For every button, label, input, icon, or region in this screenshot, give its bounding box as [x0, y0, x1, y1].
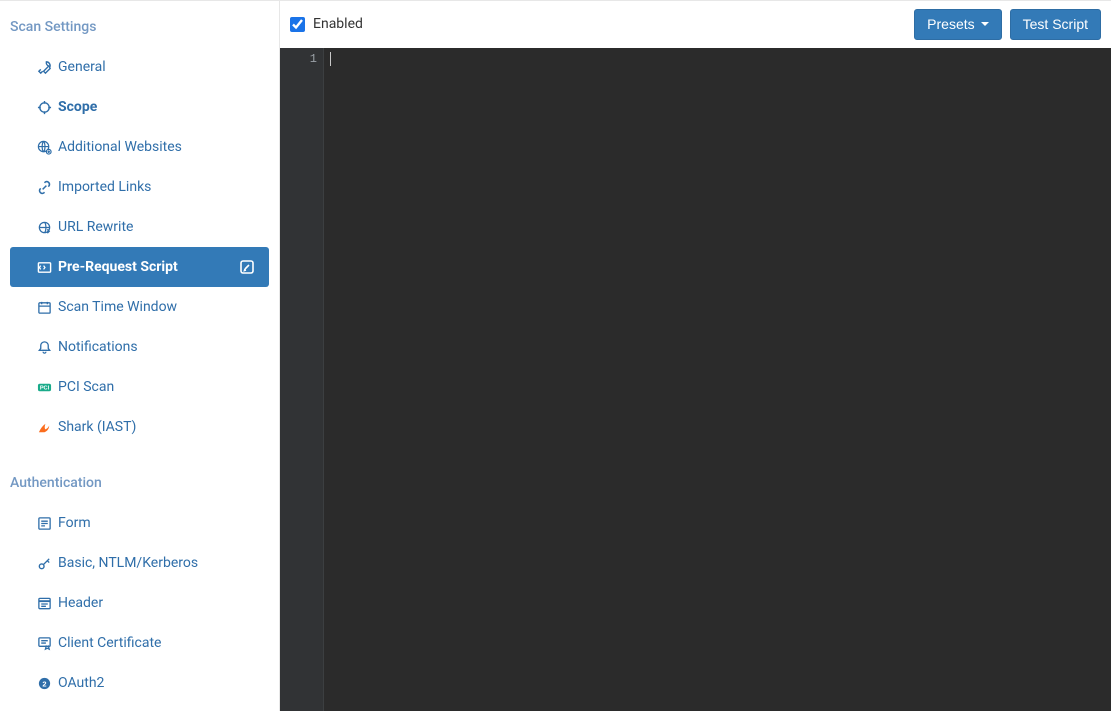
sidebar-item-oauth2[interactable]: 2 OAuth2: [10, 663, 269, 703]
authentication-heading: Authentication: [0, 467, 279, 503]
sidebar-item-basic-ntlm-kerberos[interactable]: Basic, NTLM/Kerberos: [10, 543, 269, 583]
test-script-button[interactable]: Test Script: [1010, 9, 1101, 40]
pci-icon: PCI: [36, 379, 52, 395]
wrench-icon: [36, 59, 52, 75]
enabled-label: Enabled: [313, 16, 363, 32]
sidebar-item-imported-links[interactable]: Imported Links: [10, 167, 269, 207]
toolbar: Enabled Presets Test Script: [280, 1, 1111, 48]
oauth-icon: 2: [36, 675, 52, 691]
sidebar-item-label: Header: [58, 595, 103, 611]
sidebar-item-header[interactable]: Header: [10, 583, 269, 623]
sidebar-item-client-certificate[interactable]: Client Certificate: [10, 623, 269, 663]
presets-button[interactable]: Presets: [914, 9, 1001, 40]
sidebar-item-label: Basic, NTLM/Kerberos: [58, 555, 198, 571]
scan-settings-list: General Scope Additional Websites Imported …: [0, 47, 279, 447]
script-icon: [36, 259, 52, 275]
form-icon: [36, 515, 52, 531]
sidebar-item-shark-iast[interactable]: Shark (IAST): [10, 407, 269, 447]
shark-icon: [36, 419, 52, 435]
presets-button-label: Presets: [927, 16, 974, 33]
rewrite-icon: [36, 219, 52, 235]
sidebar-item-form[interactable]: Form: [10, 503, 269, 543]
line-number: 1: [280, 52, 317, 66]
sidebar-item-general[interactable]: General: [10, 47, 269, 87]
sidebar-item-notifications[interactable]: Notifications: [10, 327, 269, 367]
sidebar-item-label: Notifications: [58, 339, 138, 355]
sidebar-item-label: PCI Scan: [58, 379, 114, 395]
sidebar-item-label: Additional Websites: [58, 139, 182, 155]
sidebar-item-label: Form: [58, 515, 91, 531]
authentication-list: Form Basic, NTLM/Kerberos Header Client Cer…: [0, 503, 279, 703]
globe-plus-icon: [36, 139, 52, 155]
sidebar-item-pre-request-script[interactable]: Pre-Request Script: [10, 247, 269, 287]
app-root: Scan Settings General Scope Additional Web…: [0, 0, 1111, 711]
svg-text:2: 2: [42, 679, 46, 688]
sidebar-item-additional-websites[interactable]: Additional Websites: [10, 127, 269, 167]
target-icon: [36, 99, 52, 115]
test-script-button-label: Test Script: [1023, 16, 1088, 33]
editor-cursor: [330, 52, 331, 66]
sidebar-item-label: Shark (IAST): [58, 419, 136, 435]
sidebar-item-label: OAuth2: [58, 675, 104, 691]
bell-icon: [36, 339, 52, 355]
sidebar-item-label: Scan Time Window: [58, 299, 177, 315]
enabled-checkbox[interactable]: [290, 17, 305, 32]
header-icon: [36, 595, 52, 611]
sidebar-item-scope[interactable]: Scope: [10, 87, 269, 127]
sidebar-item-label: Scope: [58, 99, 97, 115]
sidebar: Scan Settings General Scope Additional Web…: [0, 1, 280, 711]
cert-icon: [36, 635, 52, 651]
editor-gutter: 1: [280, 48, 324, 711]
svg-text:PCI: PCI: [39, 385, 49, 391]
edit-icon: [239, 259, 255, 275]
calendar-icon: [36, 299, 52, 315]
sidebar-item-scan-time-window[interactable]: Scan Time Window: [10, 287, 269, 327]
chevron-down-icon: [981, 22, 989, 26]
key-icon: [36, 555, 52, 571]
sidebar-item-label: General: [58, 59, 106, 75]
sidebar-item-label: Imported Links: [58, 179, 151, 195]
sidebar-item-label: Pre-Request Script: [58, 259, 178, 275]
sidebar-item-label: URL Rewrite: [58, 219, 133, 235]
sidebar-item-pci-scan[interactable]: PCI PCI Scan: [10, 367, 269, 407]
sidebar-item-label: Client Certificate: [58, 635, 161, 651]
sidebar-item-url-rewrite[interactable]: URL Rewrite: [10, 207, 269, 247]
code-editor[interactable]: 1: [280, 48, 1111, 711]
main-panel: Enabled Presets Test Script 1: [280, 1, 1111, 711]
scan-settings-heading: Scan Settings: [0, 11, 279, 47]
code-textarea[interactable]: [324, 48, 1111, 711]
link-icon: [36, 179, 52, 195]
